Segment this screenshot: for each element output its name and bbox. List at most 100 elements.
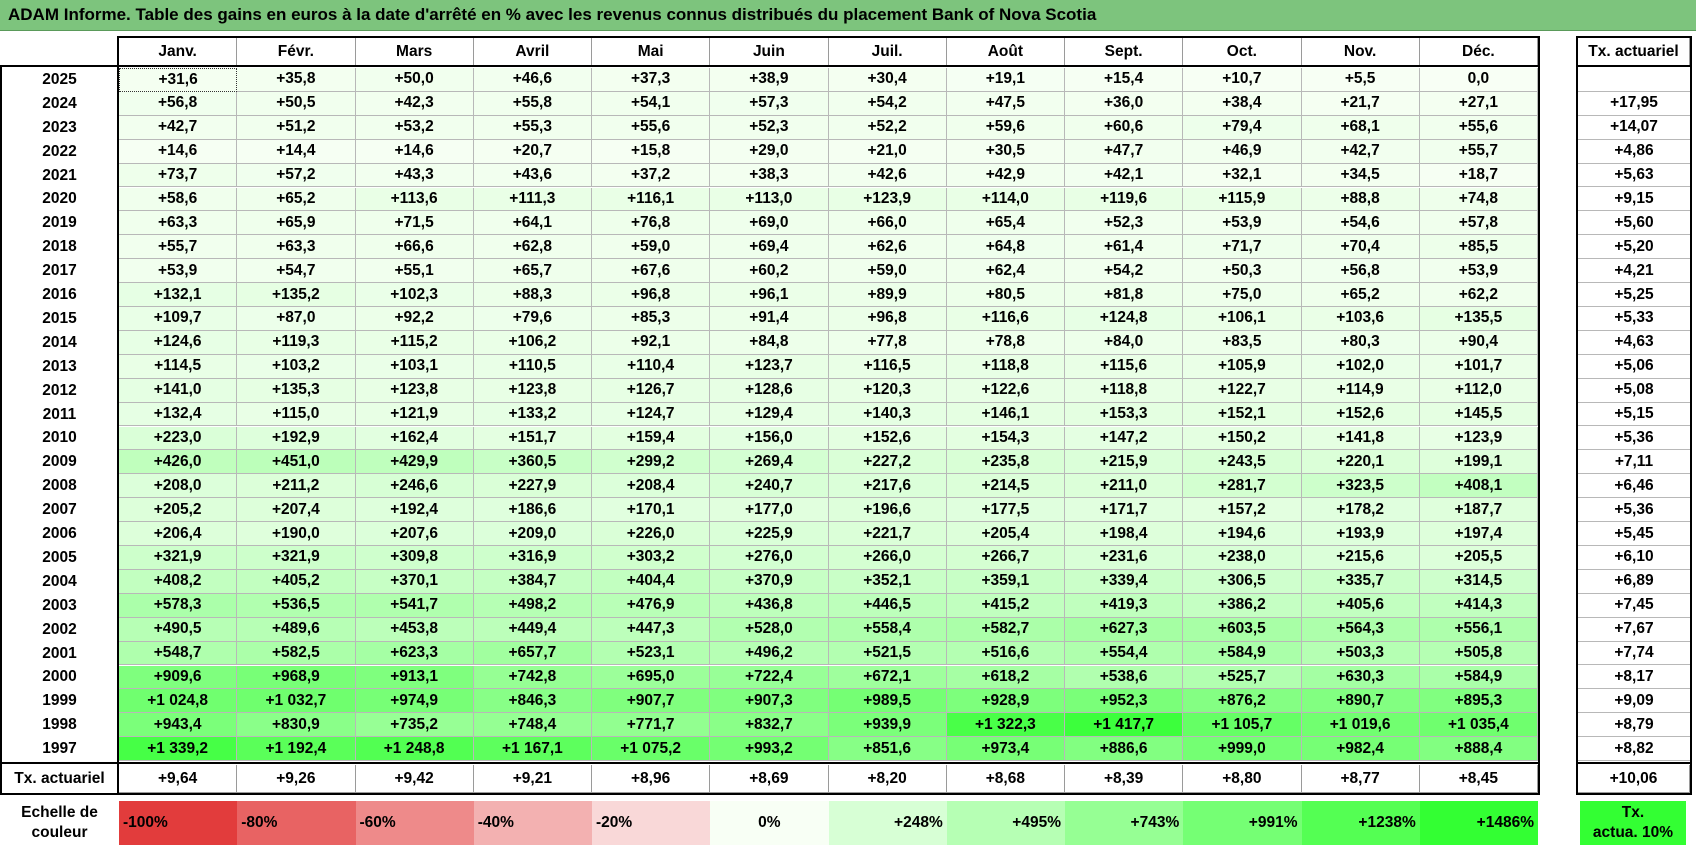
table-cell: +968,9 xyxy=(237,665,356,690)
table-cell: +71,5 xyxy=(355,211,474,236)
rate-legend-swatch: Tx. actua. 10% xyxy=(1580,801,1686,846)
table-cell: +194,6 xyxy=(1183,522,1302,546)
table-cell: +238,0 xyxy=(1183,546,1302,570)
row-year-label: 2021 xyxy=(0,163,119,188)
table-cell: +5,5 xyxy=(1301,68,1420,92)
row-rate-cell: +5,15 xyxy=(1578,402,1690,427)
row-rate-cell: +5,60 xyxy=(1578,211,1690,236)
table-cell: +123,9 xyxy=(1419,426,1538,451)
row-rate-cell: +6,46 xyxy=(1578,474,1690,499)
table-cell: +88,8 xyxy=(1301,187,1420,212)
table-cell: +79,6 xyxy=(473,307,592,331)
row-year-label: 2016 xyxy=(0,283,119,307)
table-cell: +38,9 xyxy=(710,68,829,92)
table-cell: +42,7 xyxy=(1301,139,1420,164)
table-cell: +80,5 xyxy=(946,283,1065,307)
table-cell: +281,7 xyxy=(1183,474,1302,499)
border-header-bottom xyxy=(0,65,1538,67)
table-cell: +240,7 xyxy=(710,474,829,499)
table-cell: +928,9 xyxy=(946,689,1065,714)
table-cell: +851,6 xyxy=(828,737,947,762)
table-cell: +62,6 xyxy=(828,235,947,260)
row-year-label: 2004 xyxy=(0,569,119,594)
table-cell: +79,4 xyxy=(1183,115,1302,140)
table-cell: +57,3 xyxy=(710,91,829,116)
table-cell: +65,7 xyxy=(473,259,592,284)
table-cell: +538,6 xyxy=(1065,665,1184,690)
table-cell: +223,0 xyxy=(119,426,238,451)
table-cell: +119,3 xyxy=(237,330,356,355)
color-scale-swatch: +743% xyxy=(1065,801,1184,846)
table-cell: +38,3 xyxy=(710,163,829,188)
table-cell: +913,1 xyxy=(355,665,474,690)
table-cell: +135,2 xyxy=(237,283,356,307)
table-cell: +56,8 xyxy=(1301,259,1420,284)
row-year-label: 2024 xyxy=(0,91,119,116)
table-cell: +339,4 xyxy=(1065,569,1184,594)
table-cell: +209,0 xyxy=(473,522,592,546)
table-cell: +71,7 xyxy=(1183,235,1302,260)
row-year-label: 2000 xyxy=(0,665,119,690)
table-cell: +84,8 xyxy=(710,330,829,355)
table-cell: +124,8 xyxy=(1065,307,1184,331)
table-cell: +55,7 xyxy=(1419,139,1538,164)
table-cell: +46,9 xyxy=(1183,139,1302,164)
table-cell: +584,9 xyxy=(1183,641,1302,666)
table-cell: +55,1 xyxy=(355,259,474,284)
table-cell: +306,5 xyxy=(1183,569,1302,594)
table-cell: +548,7 xyxy=(119,641,238,666)
table-cell: +1 248,8 xyxy=(355,737,474,762)
table-cell: +156,0 xyxy=(710,426,829,451)
table-cell: +18,7 xyxy=(1419,163,1538,188)
table-cell: +67,6 xyxy=(592,259,711,284)
table-cell: +695,0 xyxy=(592,665,711,690)
table-cell: +14,6 xyxy=(119,139,238,164)
table-cell: +92,1 xyxy=(592,330,711,355)
table-cell: +208,4 xyxy=(592,474,711,499)
table-cell: +993,2 xyxy=(710,737,829,762)
table-cell: +989,5 xyxy=(828,689,947,714)
column-header: Févr. xyxy=(237,38,356,66)
table-cell: +21,0 xyxy=(828,139,947,164)
footer-rate-cell: +8,69 xyxy=(710,765,829,794)
table-cell: +122,6 xyxy=(946,378,1065,403)
table-cell: +154,3 xyxy=(946,426,1065,451)
table-cell: +42,3 xyxy=(355,91,474,116)
table-cell: +42,9 xyxy=(946,163,1065,188)
row-year-label: 2008 xyxy=(0,474,119,499)
row-rate-cell: +6,89 xyxy=(1578,569,1690,594)
row-rate-cell xyxy=(1578,68,1690,92)
table-cell: +36,0 xyxy=(1065,91,1184,116)
table-cell: +115,0 xyxy=(237,402,356,427)
row-rate-cell: +7,67 xyxy=(1578,617,1690,642)
table-cell: +266,0 xyxy=(828,546,947,570)
table-cell: +193,9 xyxy=(1301,522,1420,546)
table-cell: +63,3 xyxy=(119,211,238,236)
column-header: Août xyxy=(946,38,1065,66)
table-cell: +152,6 xyxy=(1301,402,1420,427)
table-cell: +118,8 xyxy=(1065,378,1184,403)
table-cell: +516,6 xyxy=(946,641,1065,666)
color-scale-swatch: -80% xyxy=(237,801,356,846)
table-cell: +42,6 xyxy=(828,163,947,188)
table-cell: +323,5 xyxy=(1301,474,1420,499)
table-cell: +132,4 xyxy=(119,402,238,427)
table-cell: +170,1 xyxy=(592,498,711,523)
table-cell: +205,5 xyxy=(1419,546,1538,570)
color-scale-swatch: -20% xyxy=(592,801,711,846)
table-cell: +62,2 xyxy=(1419,283,1538,307)
table-cell: +59,0 xyxy=(828,259,947,284)
row-year-label: 2001 xyxy=(0,641,119,666)
table-cell: +54,1 xyxy=(592,91,711,116)
row-rate-cell: +8,79 xyxy=(1578,713,1690,738)
table-cell: +672,1 xyxy=(828,665,947,690)
row-rate-cell: +7,11 xyxy=(1578,450,1690,475)
row-rate-cell: +5,06 xyxy=(1578,354,1690,379)
table-cell: +135,5 xyxy=(1419,307,1538,331)
color-scale-swatch: +991% xyxy=(1183,801,1302,846)
table-cell: +65,2 xyxy=(237,187,356,212)
table-cell: +84,0 xyxy=(1065,330,1184,355)
table-cell: +135,3 xyxy=(237,378,356,403)
table-cell: +38,4 xyxy=(1183,91,1302,116)
table-cell: +299,2 xyxy=(592,450,711,475)
